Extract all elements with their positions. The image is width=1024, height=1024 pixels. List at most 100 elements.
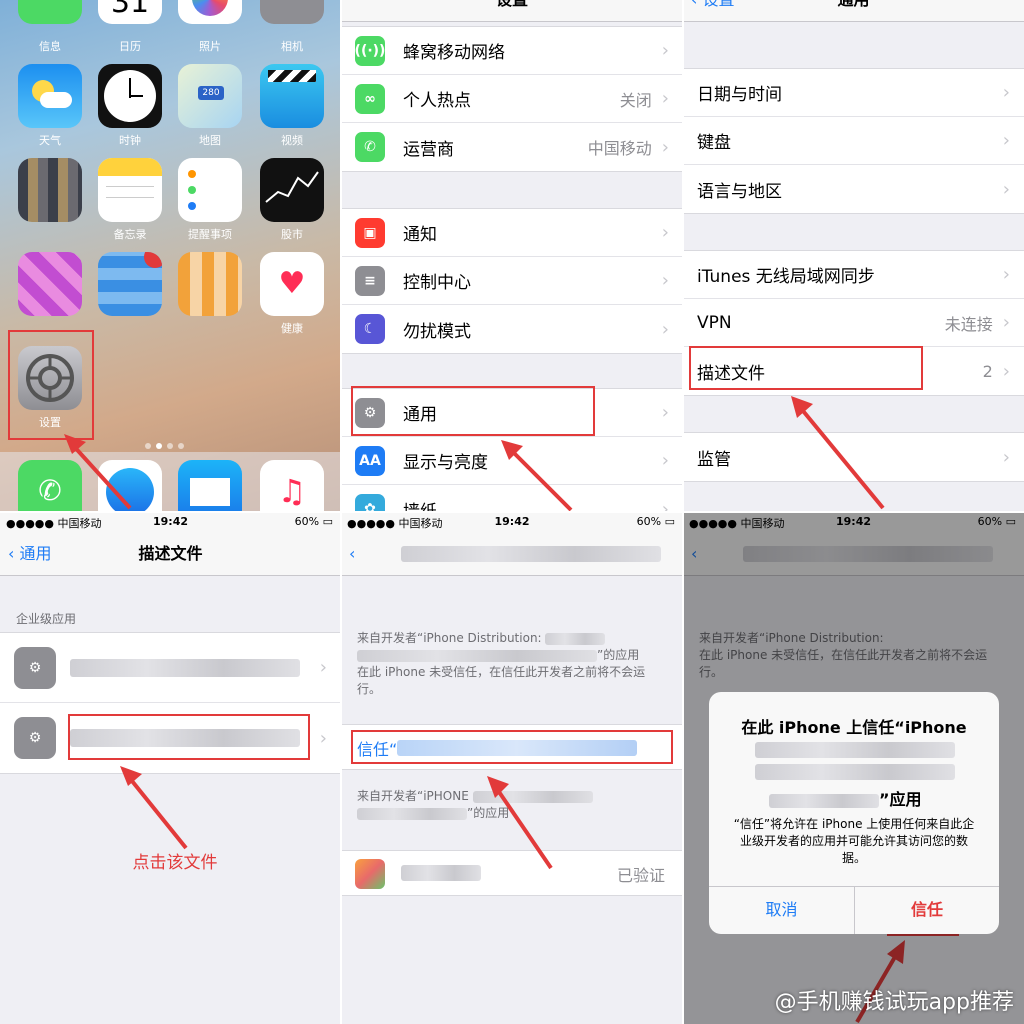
chevron-right-icon: › bbox=[319, 657, 327, 678]
highlight-box bbox=[351, 730, 673, 764]
music-app-icon[interactable]: ♫ bbox=[260, 460, 324, 512]
note-text: 来自开发者“iPhone Distribution: bbox=[357, 631, 542, 645]
clock-app-icon[interactable] bbox=[98, 64, 162, 128]
weather-app-icon[interactable] bbox=[18, 64, 82, 128]
link-icon: ∞ bbox=[355, 83, 385, 114]
maps-app-icon[interactable]: 280 bbox=[178, 64, 242, 128]
general-panel: ‹ 设置 通用 日期与时间 › 键盘 › 语言与地区 › iTunes 无线局域网同步… bbox=[683, 0, 1024, 512]
blurred-app-icon[interactable] bbox=[98, 252, 162, 316]
health-app-icon[interactable]: ♥ bbox=[260, 252, 324, 316]
cancel-button[interactable]: 取消 bbox=[709, 886, 854, 934]
mail-app-icon[interactable] bbox=[178, 460, 242, 512]
general-row-language[interactable]: 语言与地区 › bbox=[683, 165, 1024, 213]
chevron-left-icon: ‹ bbox=[349, 544, 356, 563]
calendar-app-icon[interactable]: 31 bbox=[98, 0, 162, 24]
general-group-1: 日期与时间 › 键盘 › 语言与地区 › bbox=[683, 68, 1024, 214]
developer-panel: ●●●●● 中国移动 19:42 60% ▭ ‹ 来自开发者“iPhone Dist… bbox=[341, 512, 683, 1024]
profile-row[interactable]: ⚙ › bbox=[0, 633, 341, 703]
blurred-developer bbox=[357, 807, 467, 820]
alert-title-end: ”应用 bbox=[769, 786, 922, 810]
general-row-vpn[interactable]: VPN 未连接 › bbox=[683, 299, 1024, 347]
battery-text: 60% bbox=[294, 515, 320, 528]
general-row-keyboard[interactable]: 键盘 › bbox=[683, 117, 1024, 165]
alert-message: “信任”将允许在 iPhone 上使用任何来自此企业级开发者的应用并可能允许其访… bbox=[733, 817, 975, 865]
app-label: 相机 bbox=[281, 40, 303, 53]
red-arrow-icon bbox=[487, 776, 553, 870]
row-label: 勿扰模式 bbox=[403, 321, 471, 342]
highlight-box bbox=[689, 346, 923, 390]
untrusted-note: 来自开发者“iPhone Distribution: ”的应用 在此 iPhon… bbox=[357, 630, 669, 698]
blurred-title bbox=[401, 546, 661, 562]
chevron-right-icon: › bbox=[1002, 130, 1010, 151]
settings-row-notifications[interactable]: ▣ 通知 › bbox=[341, 209, 683, 257]
blurred-title-part bbox=[755, 742, 955, 758]
settings-row-control-center[interactable]: ≡ 控制中心 › bbox=[341, 257, 683, 305]
flower-icon: ✿ bbox=[355, 494, 385, 512]
chevron-right-icon: › bbox=[661, 270, 669, 291]
highlight-box bbox=[351, 386, 595, 436]
photos-app-icon[interactable] bbox=[178, 0, 242, 24]
red-arrow-icon bbox=[501, 440, 573, 512]
general-row-date-time[interactable]: 日期与时间 › bbox=[683, 69, 1024, 117]
status-bar: ●●●●● 中国移动 19:42 60% ▭ bbox=[341, 512, 683, 532]
settings-row-carrier[interactable]: ✆ 运营商 中国移动 › bbox=[341, 123, 683, 171]
settings-row-hotspot[interactable]: ∞ 个人热点 关闭 › bbox=[341, 75, 683, 123]
nav-bar: ‹ bbox=[341, 532, 683, 576]
battery-indicator: 60% ▭ bbox=[294, 515, 333, 528]
blurred-app-icon[interactable] bbox=[18, 158, 82, 222]
row-label: 个人热点 bbox=[403, 91, 471, 111]
row-label: 运营商 bbox=[403, 139, 454, 160]
notification-icon: ▣ bbox=[355, 217, 385, 248]
chevron-right-icon: › bbox=[661, 450, 669, 471]
battery-indicator: 60% ▭ bbox=[636, 515, 675, 528]
nav-bar: ‹ 设置 通用 bbox=[683, 0, 1024, 22]
notes-app-icon[interactable] bbox=[98, 158, 162, 222]
messages-app-icon[interactable] bbox=[18, 0, 82, 24]
row-label: VPN bbox=[697, 312, 732, 333]
page-indicator bbox=[145, 434, 189, 453]
moon-icon: ☾ bbox=[355, 314, 385, 344]
chevron-right-icon: › bbox=[1002, 446, 1010, 468]
row-label: 控制中心 bbox=[403, 273, 471, 293]
back-button[interactable]: ‹ bbox=[349, 532, 355, 576]
row-label: 键盘 bbox=[697, 133, 731, 153]
music-note-icon: ♫ bbox=[277, 472, 307, 510]
note-text: 来自开发者“iPHONE bbox=[357, 789, 469, 803]
app-label: 时钟 bbox=[119, 134, 141, 147]
blurred-developer bbox=[545, 632, 606, 645]
row-label: 语言与地区 bbox=[697, 181, 782, 202]
chevron-right-icon: › bbox=[661, 222, 669, 243]
red-arrow-icon bbox=[64, 434, 132, 510]
row-value: 关闭 bbox=[619, 90, 652, 110]
verified-label: 已验证 bbox=[616, 866, 665, 885]
app-label: 地图 bbox=[199, 134, 221, 147]
blurred-profile-name bbox=[70, 659, 300, 677]
blurred-app-icon[interactable] bbox=[178, 252, 242, 316]
stocks-app-icon[interactable] bbox=[260, 158, 324, 222]
camera-app-icon[interactable] bbox=[260, 0, 324, 24]
reminders-app-icon[interactable] bbox=[178, 158, 242, 222]
gear-icon: ⚙ bbox=[14, 717, 56, 759]
trust-button[interactable]: 信任 bbox=[855, 886, 999, 934]
panel-divider bbox=[0, 511, 1024, 513]
chevron-right-icon: › bbox=[661, 318, 669, 340]
status-bar: ●●●●● 中国移动 19:42 60% ▭ bbox=[0, 512, 341, 532]
chevron-right-icon: › bbox=[1002, 82, 1010, 103]
chevron-right-icon: › bbox=[661, 88, 669, 109]
row-label: iTunes 无线局域网同步 bbox=[697, 267, 875, 287]
phone-icon: ✆ bbox=[355, 132, 385, 162]
note-text: ”的应用 bbox=[597, 648, 640, 662]
videos-app-icon[interactable] bbox=[260, 64, 324, 128]
blurred-developer bbox=[357, 649, 597, 662]
settings-row-dnd[interactable]: ☾ 勿扰模式 › bbox=[341, 305, 683, 353]
chevron-right-icon: › bbox=[1002, 264, 1010, 285]
chevron-right-icon: › bbox=[661, 40, 669, 61]
general-row-itunes-sync[interactable]: iTunes 无线局域网同步 › bbox=[683, 251, 1024, 299]
trust-alert-panel: ●●●●● 中国移动 19:42 60% ▭ ‹ 来自开发者“iPhone Dist… bbox=[683, 512, 1024, 1024]
blurred-app-icon[interactable] bbox=[18, 252, 82, 316]
blurred-app-name bbox=[401, 865, 481, 881]
row-label: 日期与时间 bbox=[697, 85, 782, 105]
app-label: 备忘录 bbox=[113, 228, 147, 241]
settings-panel: 设置 ((·)) 蜂窝移动网络 › ∞ 个人热点 关闭 › ✆ 运营商 中国移动 › ▣ 通知 › … bbox=[341, 0, 683, 512]
settings-row-cellular[interactable]: ((·)) 蜂窝移动网络 › bbox=[341, 27, 683, 75]
